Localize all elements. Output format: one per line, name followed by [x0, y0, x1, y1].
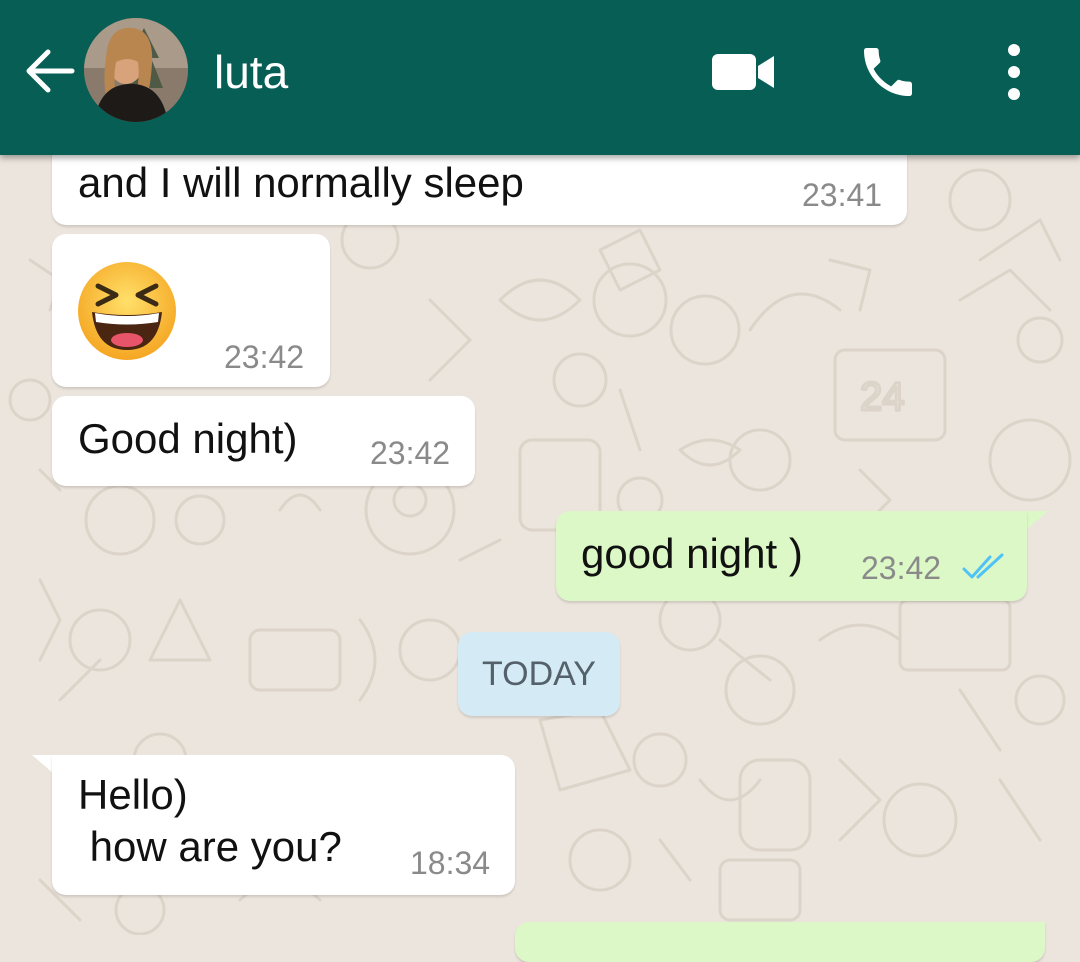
video-call-button[interactable]	[708, 48, 780, 96]
message-text: and I will normally sleep	[78, 159, 524, 206]
message-time: 23:41	[802, 177, 883, 213]
message-bubble-incoming[interactable]: Good night) 23:42	[52, 396, 475, 486]
chat-app-bar: luta	[0, 0, 1080, 155]
video-camera-icon	[712, 54, 774, 90]
message-time: 23:42	[861, 550, 942, 586]
more-vertical-icon	[1008, 44, 1020, 100]
message-time: 18:34	[410, 845, 491, 881]
message-time: 23:42	[370, 435, 451, 471]
contact-avatar[interactable]	[84, 18, 188, 122]
date-separator: TODAY	[458, 632, 620, 716]
message-bubble-incoming[interactable]: 23:42	[52, 234, 330, 387]
grinning-squinting-face-icon	[78, 262, 176, 360]
read-ticks-icon	[962, 553, 1004, 579]
message-text: Good night)	[78, 415, 298, 462]
contact-name[interactable]: luta	[214, 44, 288, 100]
more-options-button[interactable]	[994, 40, 1034, 104]
message-text: Hello) how are you?	[78, 771, 342, 870]
back-button[interactable]	[22, 44, 76, 98]
message-bubble-incoming[interactable]: Hello) how are you? 18:34	[52, 755, 515, 895]
svg-text:24: 24	[860, 375, 905, 419]
phone-icon	[864, 48, 912, 96]
message-time: 23:42	[224, 339, 305, 375]
message-bubble-outgoing[interactable]: good night ) 23:42	[556, 511, 1027, 601]
message-text: good night )	[581, 530, 803, 577]
message-bubble-outgoing-partial[interactable]	[515, 922, 1045, 962]
avatar-photo	[84, 18, 188, 122]
voice-call-button[interactable]	[856, 40, 920, 104]
arrow-left-icon	[26, 49, 75, 93]
